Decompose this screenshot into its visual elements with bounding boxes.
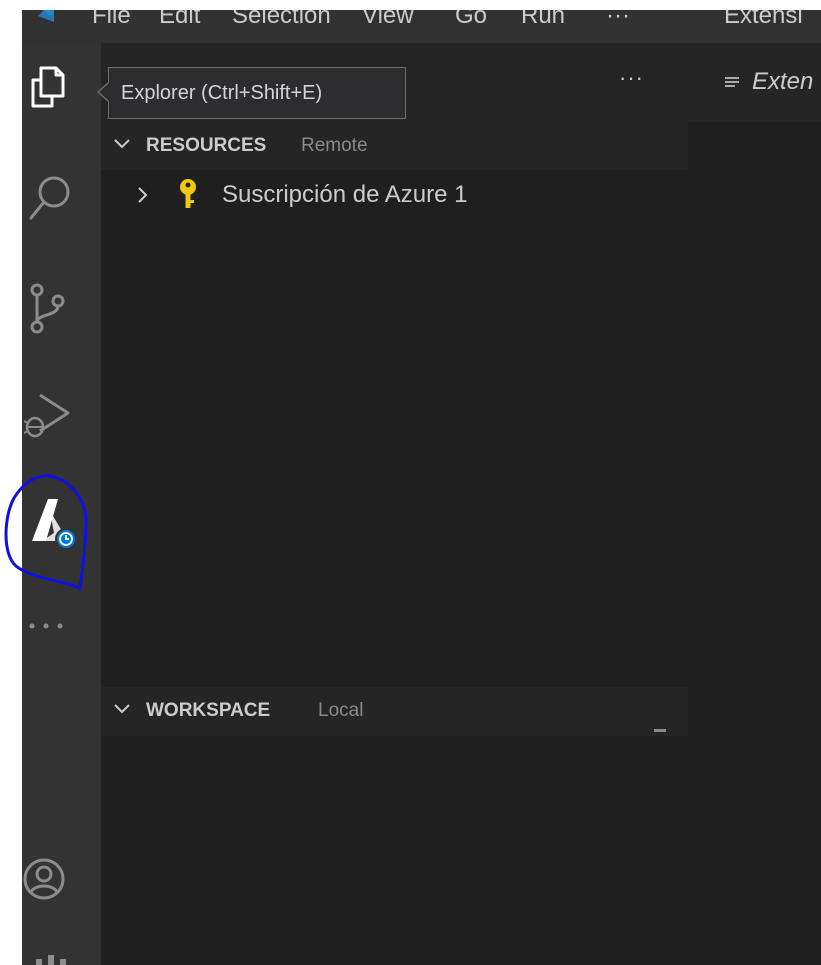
menu-more[interactable]: ··· xyxy=(606,10,630,28)
chevron-down-icon xyxy=(114,139,130,149)
menu-go[interactable]: Go xyxy=(455,10,487,28)
vscode-logo-icon xyxy=(38,10,54,22)
activity-run-debug[interactable] xyxy=(22,381,101,451)
activity-explorer[interactable] xyxy=(22,61,101,131)
tree-item-azure-subscription[interactable]: Suscripción de Azure 1 xyxy=(101,170,688,220)
files-icon xyxy=(31,66,65,108)
editor-tab-bar: Exten xyxy=(688,43,821,122)
resources-section-header[interactable]: RESOURCES Remote xyxy=(101,122,688,170)
source-control-icon xyxy=(30,283,65,334)
vscode-window: File Edit Selection View Go Run ··· Exte… xyxy=(22,10,821,965)
activity-settings[interactable] xyxy=(22,943,101,965)
sash-handle[interactable] xyxy=(654,729,666,732)
menu-selection[interactable]: Selection xyxy=(232,10,331,28)
editor-area: Exten xyxy=(688,43,821,965)
chevron-right-icon xyxy=(138,187,148,203)
explorer-tooltip: Explorer (Ctrl+Shift+E) xyxy=(108,67,406,119)
preview-icon xyxy=(725,77,739,87)
resources-tree: Suscripción de Azure 1 xyxy=(101,170,688,687)
menu-view[interactable]: View xyxy=(362,10,414,28)
tree-item-label: Suscripción de Azure 1 xyxy=(222,181,468,208)
activity-search[interactable] xyxy=(22,169,101,239)
menu-edit[interactable]: Edit xyxy=(159,10,200,28)
activity-more[interactable] xyxy=(22,595,101,665)
menu-file[interactable]: File xyxy=(92,10,131,28)
chevron-down-icon xyxy=(114,704,130,714)
workspace-description: Local xyxy=(318,700,364,721)
activity-account[interactable] xyxy=(22,853,101,923)
account-icon xyxy=(23,858,65,900)
tooltip-arrow-fill xyxy=(99,83,109,101)
sidebar-azure: ··· RESOURCES Remote Suscripción de Azur… xyxy=(101,43,688,965)
menu-extensions-title: Extensi xyxy=(724,10,803,29)
resources-title: RESOURCES xyxy=(146,135,267,156)
menu-bar: File Edit Selection View Go Run ··· Exte… xyxy=(22,10,821,43)
run-debug-icon xyxy=(24,393,70,438)
settings-icon xyxy=(36,955,66,965)
menu-run[interactable]: Run xyxy=(521,10,565,28)
activity-source-control[interactable] xyxy=(22,275,101,345)
more-icon xyxy=(29,623,63,629)
annotation-circle xyxy=(4,474,88,591)
search-icon xyxy=(29,176,70,220)
key-icon xyxy=(180,179,196,208)
editor-tab-extension[interactable]: Exten xyxy=(752,68,813,96)
more-actions-button[interactable]: ··· xyxy=(619,65,644,91)
resources-description: Remote xyxy=(301,135,368,156)
workspace-section-header[interactable]: WORKSPACE Local xyxy=(101,687,688,735)
workspace-tree xyxy=(101,736,688,965)
workspace-title: WORKSPACE xyxy=(146,700,271,721)
